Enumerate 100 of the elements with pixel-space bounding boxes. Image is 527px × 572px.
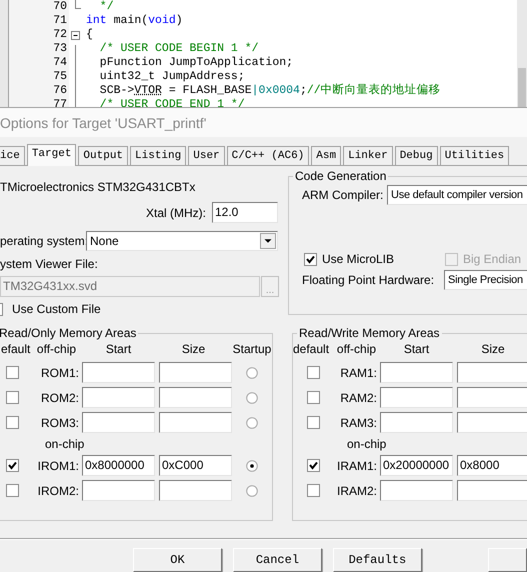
tab[interactable]: Listing <box>130 146 186 165</box>
input-field[interactable] <box>380 387 453 408</box>
tab[interactable]: Utilities <box>440 146 510 165</box>
checkbox-label: Use Custom File <box>12 302 101 316</box>
tab[interactable]: Output <box>78 146 128 165</box>
code-line: pFunction JumpToApplication; <box>98 56 294 70</box>
group-title: Read/Only Memory Areas <box>0 326 138 340</box>
area-label: RAM1: <box>340 366 377 380</box>
input-field[interactable] <box>82 362 155 383</box>
group-title: Code Generation <box>294 169 388 183</box>
tab[interactable]: C/C++ (AC6) <box>226 146 310 165</box>
checkbox[interactable] <box>306 391 320 404</box>
tab[interactable]: User <box>188 146 225 165</box>
dialog-button[interactable]: Defaults <box>332 548 422 572</box>
line-number: 74 <box>52 56 68 70</box>
code-line: /* USER CODE BEGIN 1 */ <box>98 42 260 56</box>
column-header: Start <box>106 342 132 356</box>
collapse-icon[interactable] <box>71 31 80 40</box>
code-line: int main(void) <box>85 14 184 28</box>
input-field: TM32G431xx.svd <box>0 276 260 297</box>
dialog-button[interactable]: OK <box>133 548 222 572</box>
code-line: */ <box>98 0 115 14</box>
section-label: on-chip <box>347 437 386 451</box>
input-field[interactable] <box>380 412 453 433</box>
tab[interactable]: Asm <box>311 146 342 165</box>
line-number: 73 <box>52 42 68 56</box>
radio-button[interactable] <box>246 366 258 378</box>
area-label: RAM2: <box>340 390 377 404</box>
checkbox[interactable] <box>306 416 320 429</box>
line-number: 70 <box>52 0 68 14</box>
window-title: Options for Target 'USART_printf' <box>0 114 206 130</box>
code-line: uint32_t JumpAddress; <box>98 70 246 84</box>
field-label: ystem Viewer File: <box>0 257 99 271</box>
checkbox-label: Big Endian <box>463 252 522 266</box>
line-number: 71 <box>52 14 68 28</box>
input-field[interactable]: 0x8000000 <box>82 455 155 476</box>
input-field[interactable] <box>380 480 453 501</box>
input-field[interactable]: 0xC000 <box>159 455 232 476</box>
column-header: Size <box>481 342 505 356</box>
dropdown[interactable]: Use default compiler version <box>387 185 527 205</box>
dropdown[interactable]: None <box>86 231 278 251</box>
field-label: Floating Point Hardware: <box>302 273 436 287</box>
radio-button[interactable] <box>246 416 258 428</box>
input-field[interactable]: 0x20000000 <box>380 455 453 476</box>
input-field[interactable] <box>457 362 527 383</box>
checkbox[interactable] <box>6 366 18 379</box>
dropdown[interactable]: Single Precision <box>444 270 527 290</box>
dialog-button[interactable] <box>488 548 527 572</box>
checkbox[interactable] <box>306 459 320 472</box>
checkbox[interactable] <box>6 416 18 429</box>
tab[interactable]: Target <box>26 144 76 166</box>
input-field[interactable] <box>457 480 527 501</box>
code-line: SCB->VTOR = FLASH_BASE|0x0004;//中断向量表的地址偏移 <box>98 84 442 98</box>
tab[interactable]: ice <box>0 146 25 165</box>
input-field[interactable] <box>457 387 527 408</box>
field-label: Xtal (MHz): <box>146 206 206 220</box>
area-label: IRAM1: <box>336 458 377 472</box>
checkbox[interactable] <box>306 366 320 379</box>
field-label: ARM Compiler: <box>302 188 384 202</box>
checkbox[interactable] <box>6 459 18 472</box>
field-label: perating system: <box>0 234 86 248</box>
area-label: ROM1: <box>40 366 79 380</box>
input-field[interactable] <box>380 362 453 383</box>
group-title: Read/Write Memory Areas <box>298 326 440 340</box>
input-field[interactable] <box>457 412 527 433</box>
area-label: IROM1: <box>38 458 79 472</box>
input-field[interactable] <box>159 362 232 383</box>
column-header: off-chip <box>336 342 376 356</box>
scrollbar[interactable] <box>517 0 527 107</box>
device-name: TMicroelectronics STM32G431CBTx <box>0 180 196 194</box>
input-field[interactable]: 0x8000 <box>457 455 527 476</box>
area-label: ROM3: <box>40 416 79 430</box>
input-field[interactable] <box>82 412 155 433</box>
input-field[interactable]: 12.0 <box>212 202 278 223</box>
input-field[interactable] <box>82 387 155 408</box>
input-field[interactable] <box>159 412 232 433</box>
input-field[interactable] <box>159 387 232 408</box>
input-field[interactable] <box>159 480 232 501</box>
radio-button[interactable] <box>246 460 258 472</box>
checkbox[interactable] <box>306 484 320 497</box>
area-label: ROM2: <box>40 390 79 404</box>
area-label: IRAM2: <box>336 484 377 498</box>
checkbox-label: Use MicroLIB <box>322 252 396 266</box>
radio-button[interactable] <box>246 484 258 496</box>
checkbox[interactable] <box>304 252 317 266</box>
radio-button[interactable] <box>246 392 258 404</box>
dialog-button[interactable]: Cancel <box>232 548 322 572</box>
line-number: 76 <box>52 84 68 98</box>
column-header: Startup <box>232 342 272 356</box>
checkbox[interactable] <box>6 484 18 497</box>
tab[interactable]: Linker <box>343 146 393 165</box>
line-number: 77 <box>52 98 68 107</box>
area-label: RAM3: <box>340 416 377 430</box>
checkbox[interactable] <box>6 391 18 404</box>
input-field[interactable] <box>82 480 155 501</box>
area-label: IROM2: <box>38 484 79 498</box>
column-header: Size <box>182 342 206 356</box>
tab[interactable]: Debug <box>394 146 438 165</box>
column-header: default <box>293 342 330 356</box>
line-number: 75 <box>52 70 68 84</box>
